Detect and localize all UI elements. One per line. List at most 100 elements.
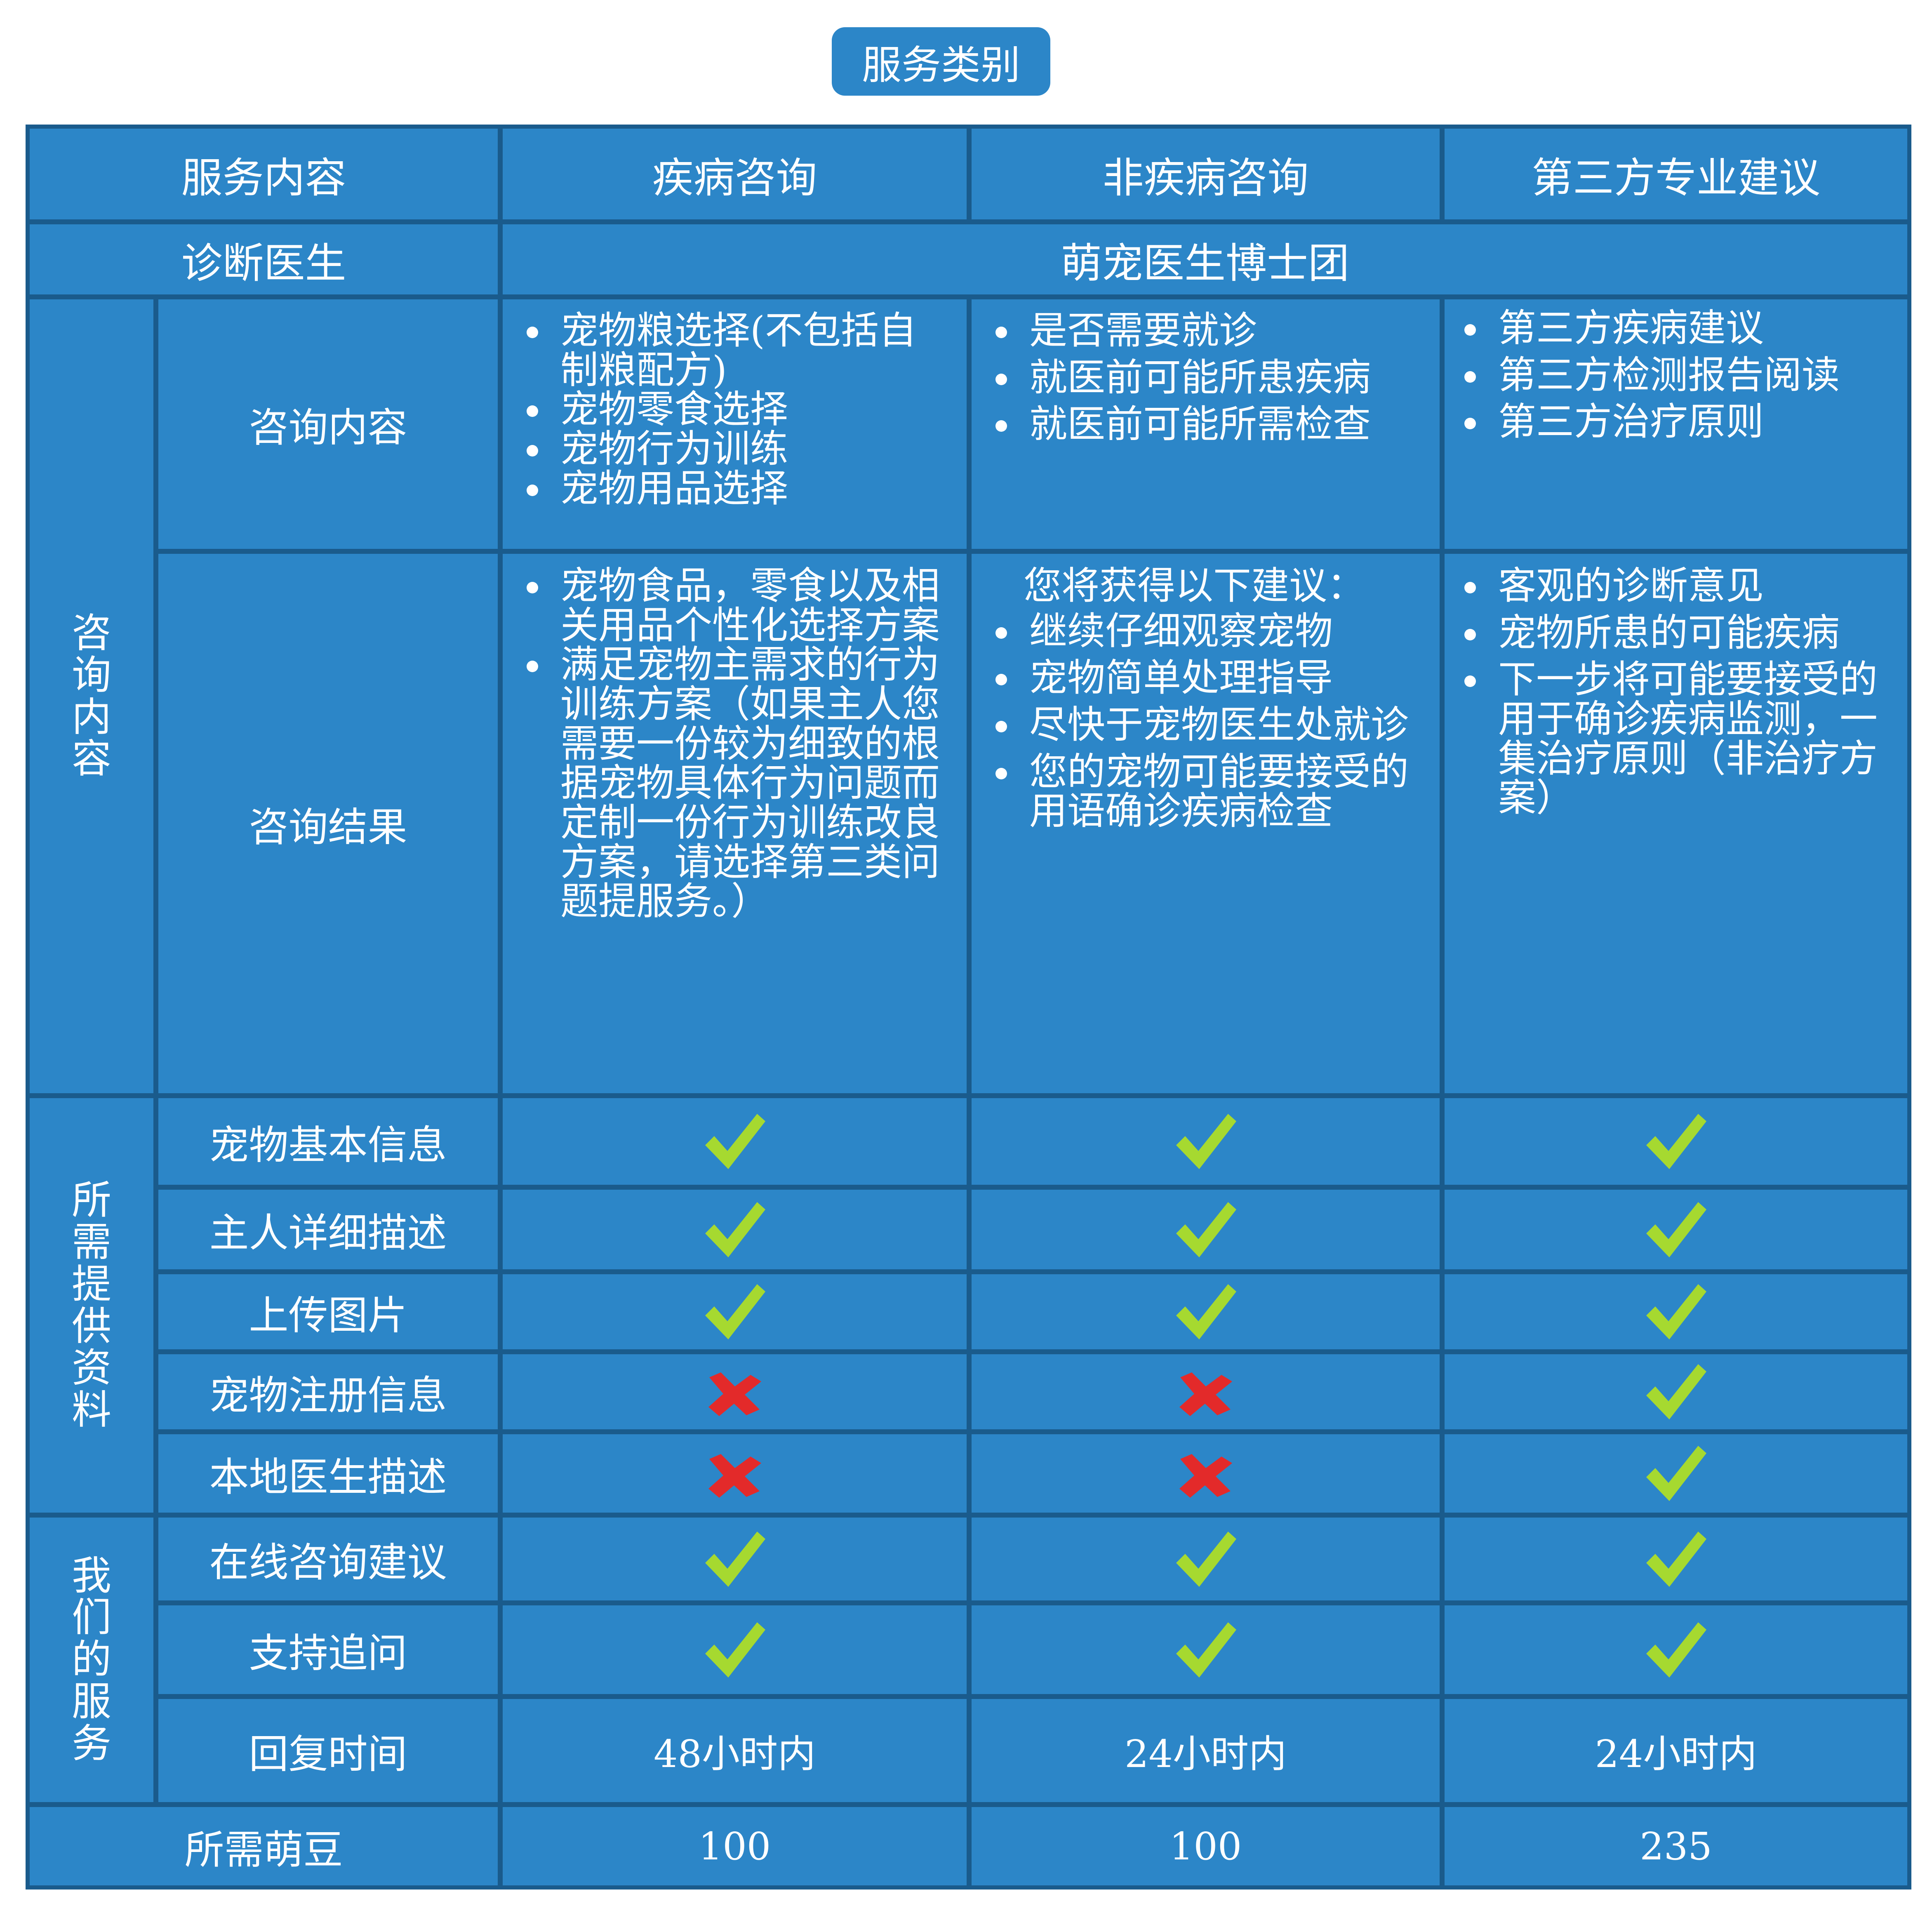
material-row-label: 主人详细描述: [158, 1190, 498, 1269]
check-icon: [1173, 1528, 1239, 1590]
reply-time-disease: 48小时内: [503, 1699, 967, 1802]
group-consult: 咨询内容: [30, 299, 153, 1093]
group-label-char: 供: [72, 1303, 111, 1349]
consult-result-third-party-list: 客观的诊断意见 宠物所患的可能疾病 下一步将可能要接受的用于确诊疾病监测，一集治疗原…: [1453, 566, 1903, 818]
check-icon: [1173, 1281, 1239, 1343]
service-cell-disease: [503, 1518, 967, 1600]
group-label-char: 内: [72, 694, 111, 740]
service-cell-third-party: [1445, 1518, 1907, 1600]
list-item: 就医前可能所需检查: [984, 405, 1431, 444]
service-row-label: 支持追问: [158, 1605, 498, 1694]
service-cell-non-disease: [972, 1518, 1440, 1600]
consult-content-non-disease-list: 是否需要就诊 就医前可能所患疾病 就医前可能所需检查: [984, 311, 1431, 444]
group-label-char: 料: [72, 1387, 111, 1433]
service-table: 服务内容 疾病咨询 非疾病咨询 第三方专业建议 诊断医生 萌宠医生博士团 咨询内…: [26, 125, 1911, 1890]
list-item: 第三方疾病建议: [1453, 308, 1903, 348]
check-icon: [702, 1281, 768, 1343]
material-cell-disease: [503, 1354, 967, 1429]
service-row-label: 在线咨询建议: [158, 1518, 498, 1600]
group-label-char: 的: [72, 1636, 111, 1683]
consult-content-label: 咨询内容: [158, 299, 498, 549]
reply-time-label: 回复时间: [158, 1699, 498, 1802]
group-label-char: 询: [72, 652, 111, 698]
material-cell-non-disease: [972, 1354, 1440, 1429]
list-item: 客观的诊断意见: [1453, 566, 1903, 606]
list-item: 您的宠物可能要接受的用语确诊疾病检查: [984, 752, 1427, 831]
cross-icon: [1173, 1442, 1239, 1504]
check-icon: [1173, 1199, 1239, 1261]
consult-result-label: 咨询结果: [158, 554, 498, 1093]
list-item: 宠物食品，零食以及相关用品个性化选择方案: [515, 566, 946, 645]
list-item: 宠物行为训练: [515, 429, 950, 469]
group-materials-label: 所需提供资料: [67, 1179, 116, 1431]
material-cell-third-party: [1445, 1190, 1907, 1269]
cross-icon: [1173, 1361, 1239, 1423]
material-cell-disease: [503, 1098, 967, 1185]
consult-result-non-disease-list: 继续仔细观察宠物 宠物简单处理指导 尽快于宠物医生处就诊 您的宠物可能要接受的用语确诊…: [984, 611, 1427, 831]
check-icon: [1643, 1528, 1709, 1590]
check-icon: [1643, 1361, 1709, 1423]
material-cell-third-party: [1445, 1354, 1907, 1429]
group-label-char: 容: [72, 736, 111, 782]
reply-time-third-party: 24小时内: [1445, 1699, 1907, 1802]
material-row-label: 本地医生描述: [158, 1434, 498, 1513]
doctor-label: 诊断医生: [30, 224, 498, 294]
material-cell-non-disease: [972, 1190, 1440, 1269]
material-cell-third-party: [1445, 1098, 1907, 1185]
material-row-label: 宠物基本信息: [158, 1098, 498, 1185]
group-label-char: 务: [72, 1720, 111, 1767]
consult-content-third-party: 第三方疾病建议 第三方检测报告阅读 第三方治疗原则: [1445, 299, 1907, 549]
service-cell-disease: [503, 1605, 967, 1694]
material-cell-non-disease: [972, 1098, 1440, 1185]
check-icon: [702, 1199, 768, 1261]
group-services-label: 我们的服务: [67, 1555, 116, 1765]
group-label-char: 我: [72, 1552, 111, 1599]
consult-content-non-disease: 是否需要就诊 就医前可能所患疾病 就医前可能所需检查: [972, 299, 1440, 549]
header-service-content: 服务内容: [30, 129, 498, 219]
header-non-disease-consult: 非疾病咨询: [972, 129, 1440, 219]
consult-content-disease-list: 宠物粮选择(不包括自制粮配方) 宠物零食选择 宠物行为训练 宠物用品选择: [515, 311, 950, 508]
consult-result-third-party: 客观的诊断意见 宠物所患的可能疾病 下一步将可能要接受的用于确诊疾病监测，一集治疗原…: [1445, 554, 1907, 1093]
consult-result-disease-list: 宠物食品，零食以及相关用品个性化选择方案 满足宠物主需求的行为训练方案（如果主人您…: [515, 566, 946, 921]
list-item: 第三方检测报告阅读: [1453, 355, 1903, 395]
beans-third-party: 235: [1445, 1807, 1907, 1885]
check-icon: [702, 1111, 768, 1172]
list-item: 是否需要就诊: [984, 311, 1431, 351]
check-icon: [1173, 1111, 1239, 1172]
group-services: 我们的服务: [30, 1518, 153, 1802]
consult-result-disease: 宠物食品，零食以及相关用品个性化选择方案 满足宠物主需求的行为训练方案（如果主人您…: [503, 554, 967, 1093]
cross-icon: [702, 1361, 768, 1423]
check-icon: [1643, 1281, 1709, 1343]
material-cell-non-disease: [972, 1274, 1440, 1349]
material-cell-disease: [503, 1434, 967, 1513]
group-label-char: 们: [72, 1594, 111, 1641]
group-label-char: 提: [72, 1261, 111, 1307]
check-icon: [1643, 1199, 1709, 1261]
group-label-char: 咨: [72, 610, 111, 656]
consult-result-intro: 您将获得以下建议：: [1024, 564, 1365, 608]
beans-label: 所需萌豆: [30, 1807, 498, 1885]
list-item: 宠物粮选择(不包括自制粮配方): [515, 311, 950, 390]
group-consult-label: 咨询内容: [67, 612, 116, 780]
consult-content-disease: 宠物粮选择(不包括自制粮配方) 宠物零食选择 宠物行为训练 宠物用品选择: [503, 299, 967, 549]
list-item: 第三方治疗原则: [1453, 402, 1903, 442]
list-item: 宠物简单处理指导: [984, 658, 1427, 698]
material-cell-disease: [503, 1190, 967, 1269]
material-cell-third-party: [1445, 1274, 1907, 1349]
material-row-label: 宠物注册信息: [158, 1354, 498, 1429]
doctor-value: 萌宠医生博士团: [503, 224, 1907, 294]
material-row-label: 上传图片: [158, 1274, 498, 1349]
header-third-party-advice: 第三方专业建议: [1445, 129, 1907, 219]
list-item: 就医前可能所患疾病: [984, 358, 1431, 398]
check-icon: [702, 1528, 768, 1590]
check-icon: [702, 1619, 768, 1681]
header-disease-consult: 疾病咨询: [503, 129, 967, 219]
service-cell-third-party: [1445, 1605, 1907, 1694]
check-icon: [1173, 1619, 1239, 1681]
group-label-char: 需: [72, 1219, 111, 1265]
group-label-char: 资: [72, 1345, 111, 1391]
consult-content-third-party-list: 第三方疾病建议 第三方检测报告阅读 第三方治疗原则: [1453, 308, 1903, 442]
consult-result-non-disease: 您将获得以下建议： 继续仔细观察宠物 宠物简单处理指导 尽快于宠物医生处就诊 您的宠物…: [972, 554, 1440, 1093]
list-item: 宠物零食选择: [515, 390, 950, 429]
material-cell-non-disease: [972, 1434, 1440, 1513]
